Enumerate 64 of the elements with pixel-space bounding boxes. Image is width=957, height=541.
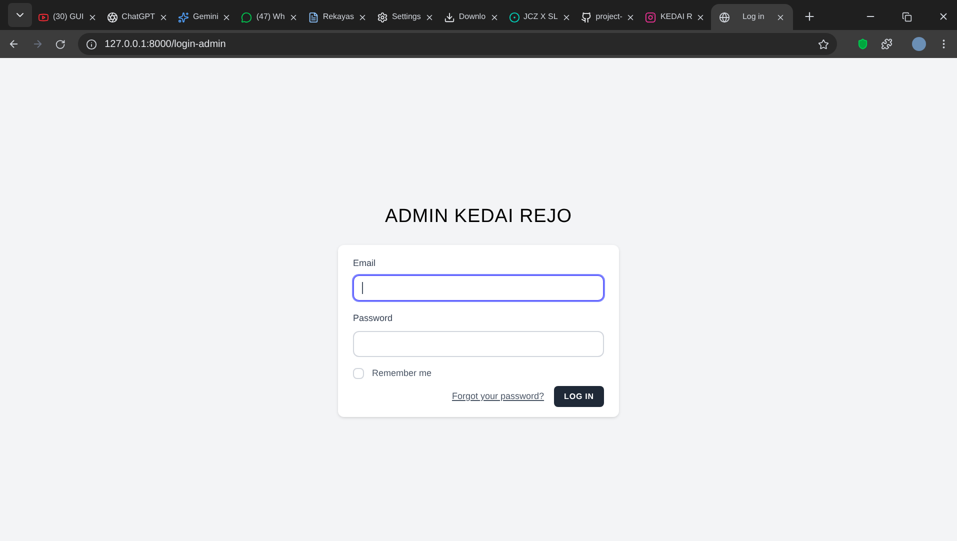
avatar[interactable] xyxy=(912,37,926,51)
forgot-password-link[interactable]: Forgot your password? xyxy=(452,390,544,404)
page-title: ADMIN KEDAI REJO xyxy=(384,205,572,229)
back-icon[interactable] xyxy=(8,38,20,50)
shield-icon[interactable] xyxy=(856,38,869,50)
browser-tab[interactable]: Rekayas xyxy=(304,4,371,30)
play-icon xyxy=(38,12,49,22)
new-tab-icon[interactable] xyxy=(803,10,816,23)
tab-title: (30) GUI xyxy=(53,11,84,23)
info-icon[interactable] xyxy=(86,38,97,50)
close-icon[interactable] xyxy=(626,12,636,22)
close-icon[interactable] xyxy=(424,12,434,22)
browser-tab[interactable]: JCZ X SL xyxy=(504,4,575,30)
close-icon[interactable] xyxy=(696,12,706,22)
browser-tab[interactable]: ChatGPT xyxy=(102,4,172,30)
email-field[interactable] xyxy=(353,275,604,301)
close-icon[interactable] xyxy=(776,12,786,22)
close-icon[interactable] xyxy=(562,12,571,22)
tab-title: Rekayas xyxy=(322,11,354,23)
tab-title: project- xyxy=(596,11,622,23)
address-bar[interactable]: 127.0.0.1:8000/login-admin xyxy=(78,33,837,55)
url-text: 127.0.0.1:8000/login-admin xyxy=(104,38,227,52)
browser-tab[interactable]: Downlo xyxy=(440,4,503,30)
tab-title: (47) Wh xyxy=(256,11,285,23)
close-icon[interactable] xyxy=(490,12,499,22)
restore-icon[interactable] xyxy=(902,12,912,22)
tab-title: Log in xyxy=(742,11,764,23)
puzzle-icon[interactable] xyxy=(880,38,892,50)
tab-title: KEDAI R xyxy=(660,11,692,23)
chat-bubble-icon xyxy=(241,12,252,22)
cat-icon xyxy=(580,12,592,22)
sparkle-icon xyxy=(178,12,190,22)
browser-tab[interactable]: Settings xyxy=(372,4,438,30)
tab-title: Settings xyxy=(392,11,421,23)
email-label: Email xyxy=(353,256,377,270)
orb-icon xyxy=(508,12,520,22)
password-field[interactable] xyxy=(353,330,604,356)
tab-title: ChatGPT xyxy=(122,11,156,23)
close-icon[interactable] xyxy=(159,12,168,22)
gear-icon xyxy=(376,12,388,22)
tab-title: Downlo xyxy=(458,11,486,23)
close-icon[interactable] xyxy=(288,12,298,22)
download-icon xyxy=(444,12,455,22)
password-label: Password xyxy=(353,312,394,325)
browser-tab[interactable]: (47) Wh xyxy=(237,4,302,30)
globe-icon xyxy=(719,12,730,22)
browser-tab[interactable]: Gemini xyxy=(174,4,236,30)
browser-tab[interactable]: Log in xyxy=(711,4,794,30)
login-button[interactable]: LOG IN xyxy=(554,386,604,407)
tab-title: Gemini xyxy=(193,11,218,23)
close-icon[interactable] xyxy=(88,12,97,22)
remember-checkbox[interactable] xyxy=(353,368,364,379)
reload-icon[interactable] xyxy=(55,38,66,50)
browser-tab[interactable]: project- xyxy=(576,4,640,30)
tab-title: JCZ X SL xyxy=(524,11,558,23)
close-icon[interactable] xyxy=(222,12,232,22)
document-icon xyxy=(308,12,319,22)
close-icon[interactable] xyxy=(358,12,367,22)
browser-tab[interactable]: KEDAI R xyxy=(641,4,710,30)
close-window-icon[interactable] xyxy=(938,11,949,22)
star-icon[interactable] xyxy=(818,38,829,50)
browser-tab[interactable]: (30) GUI xyxy=(34,4,101,30)
remember-label: Remember me xyxy=(372,366,432,380)
camera-icon xyxy=(645,12,656,22)
